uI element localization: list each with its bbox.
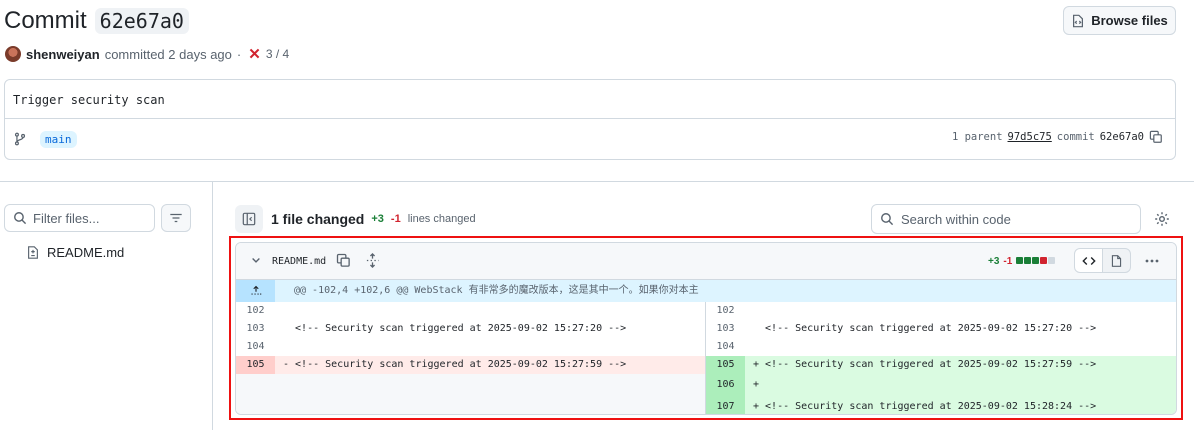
file-tree-label: README.md — [47, 245, 125, 260]
file-code-icon — [1071, 14, 1085, 28]
parent-label: 1 parent — [951, 131, 1003, 143]
commit-box: Trigger security scan main 1 parent 97d5… — [4, 79, 1176, 160]
parent-info: 1 parent 97d5c75 commit 62e67a0 — [952, 130, 1163, 144]
gear-icon — [1154, 211, 1170, 227]
meta-separator: · — [236, 46, 242, 62]
files-changed-label: 1 file changed — [271, 211, 365, 227]
git-branch-icon — [13, 132, 27, 146]
browse-files-label: Browse files — [1091, 13, 1168, 28]
highlight-box — [229, 236, 1183, 420]
branch-tag[interactable]: main — [40, 130, 77, 148]
commit-footer: main 1 parent 97d5c75 commit 62e67a0 — [5, 119, 1175, 159]
avatar[interactable] — [5, 46, 21, 62]
search-icon — [13, 211, 27, 225]
search-icon — [880, 212, 894, 226]
filter-options-button[interactable] — [161, 204, 191, 232]
file-diff-icon — [26, 245, 40, 260]
copy-icon[interactable] — [1149, 130, 1163, 144]
filter-files-input[interactable]: Filter files... — [4, 204, 155, 232]
deletions-count: -1 — [390, 213, 401, 225]
checks-count[interactable]: 3 / 4 — [266, 47, 289, 61]
search-code-placeholder: Search within code — [901, 211, 1011, 227]
commit-sha-value: 62e67a0 — [1099, 131, 1144, 143]
x-icon[interactable]: ✕ — [248, 45, 261, 63]
commit-meta: shenweiyan committed 2 days ago · ✕ 3 / … — [5, 45, 289, 63]
sidebar-collapse-icon — [242, 212, 256, 226]
toggle-sidebar-button[interactable] — [235, 205, 263, 233]
commit-time: committed 2 days ago — [104, 46, 232, 62]
parent-sha-link[interactable]: 97d5c75 — [1008, 131, 1052, 143]
filter-icon — [169, 211, 183, 225]
page-title: Commit 62e67a0 — [4, 4, 189, 38]
search-code-input[interactable]: Search within code — [871, 204, 1141, 234]
commit-sha-title: 62e67a0 — [94, 8, 189, 34]
sidebar-divider — [212, 182, 213, 430]
lines-changed-label: lines changed — [407, 213, 476, 225]
commit-message: Trigger security scan — [5, 80, 1175, 119]
commit-label: commit — [1056, 131, 1095, 143]
files-changed-summary: 1 file changed +3 -1 lines changed — [271, 211, 476, 227]
section-divider — [0, 181, 1194, 182]
file-tree-item[interactable]: README.md — [26, 245, 124, 260]
filter-placeholder: Filter files... — [33, 210, 100, 226]
additions-count: +3 — [371, 213, 384, 225]
diff-settings-button[interactable] — [1152, 209, 1172, 229]
author-link[interactable]: shenweiyan — [26, 47, 100, 62]
browse-files-button[interactable]: Browse files — [1063, 6, 1176, 35]
title-label: Commit — [4, 7, 87, 34]
